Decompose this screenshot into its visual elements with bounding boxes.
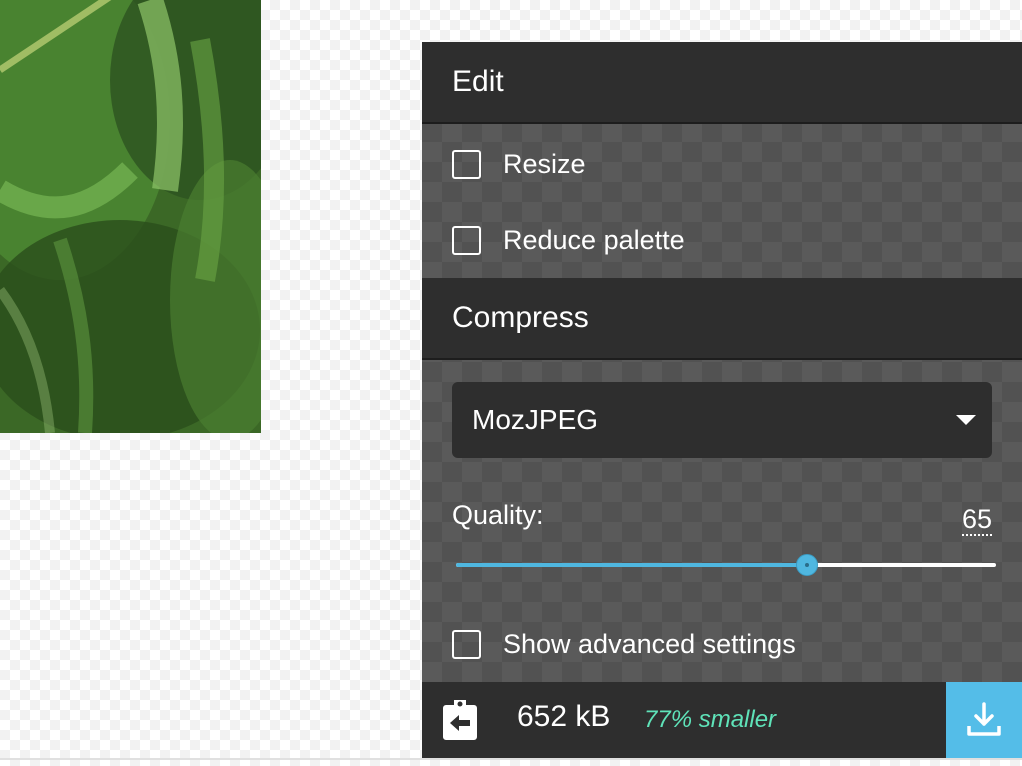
resize-option[interactable]: Resize: [452, 144, 586, 184]
options-panel: Edit Resize Reduce palette Compress MozJ…: [422, 42, 1022, 758]
download-icon: [967, 702, 1001, 736]
advanced-settings-checkbox[interactable]: [452, 629, 481, 659]
compressed-size: 652 kB: [517, 700, 611, 733]
quality-slider[interactable]: [456, 550, 996, 580]
quality-value-input[interactable]: 65: [961, 504, 992, 536]
quality-slider-thumb[interactable]: [796, 554, 818, 576]
advanced-settings-label: Show advanced settings: [503, 628, 796, 659]
edit-section-title: Edit: [452, 65, 504, 98]
reduce-palette-label: Reduce palette: [503, 224, 685, 255]
edit-section-header: Edit: [422, 42, 1022, 124]
chevron-down-icon: [956, 415, 976, 425]
compress-section-header: Compress: [422, 278, 1022, 360]
reduce-palette-option[interactable]: Reduce palette: [452, 220, 685, 260]
results-bar: 652 kB 77% smaller: [422, 682, 1022, 758]
reduce-palette-checkbox[interactable]: [452, 225, 481, 255]
download-button[interactable]: [946, 682, 1022, 758]
resize-checkbox[interactable]: [452, 149, 481, 179]
quality-label: Quality:: [452, 500, 544, 530]
copy-back-icon[interactable]: [442, 698, 478, 740]
advanced-settings-option[interactable]: Show advanced settings: [452, 624, 796, 664]
resize-label: Resize: [503, 148, 586, 179]
codec-select-value: MozJPEG: [472, 404, 599, 435]
quality-slider-fill: [456, 563, 807, 567]
image-preview: [0, 0, 261, 433]
codec-select[interactable]: MozJPEG: [452, 382, 992, 458]
compress-section-title: Compress: [452, 301, 589, 334]
size-difference: 77% smaller: [644, 706, 777, 733]
page-divider: [0, 758, 1022, 760]
